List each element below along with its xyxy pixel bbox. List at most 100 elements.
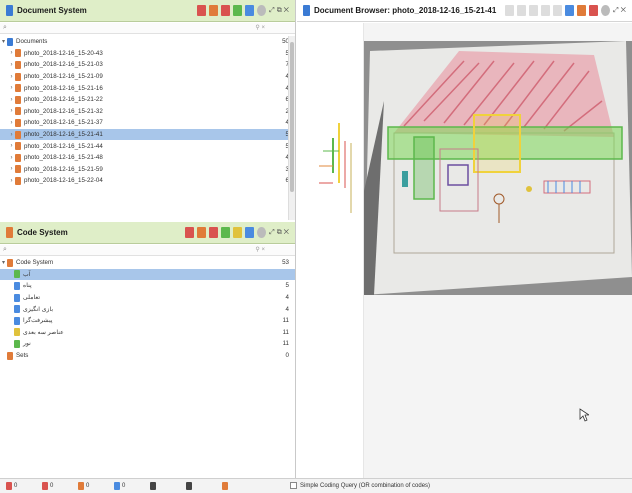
expand-arrow-icon[interactable]: › [8, 74, 15, 80]
status-counter[interactable]: 0 [42, 482, 78, 490]
code-color-icon [14, 305, 20, 314]
web-collector-icon[interactable] [245, 5, 255, 16]
document-item[interactable]: ›photo_2018-12-16_15-21-374 [0, 117, 295, 129]
document-item[interactable]: ›photo_2018-12-16_15-21-593 [0, 164, 295, 176]
code-filter-icon[interactable]: ⚲ × [255, 246, 265, 253]
document-tree-scrollbar[interactable] [288, 36, 295, 220]
expand-arrow-icon[interactable]: › [8, 97, 15, 103]
code-color-icon [14, 293, 20, 302]
status-counter-icon [42, 482, 48, 490]
document-item[interactable]: ›photo_2018-12-16_15-21-445 [0, 140, 295, 152]
expand-arrow-icon[interactable]: › [8, 120, 15, 126]
code-count: 5 [285, 282, 289, 290]
expand-arrow-icon[interactable]: › [8, 178, 15, 184]
document-item[interactable]: ›photo_2018-12-16_15-21-037 [0, 59, 295, 71]
code-icon[interactable] [577, 5, 587, 16]
document-set-icon[interactable] [233, 5, 243, 16]
new-code-icon[interactable] [185, 227, 195, 238]
document-item[interactable]: ›photo_2018-12-16_15-21-226 [0, 94, 295, 106]
expand-arrow-icon[interactable]: › [8, 143, 15, 149]
zoom-out-icon[interactable] [505, 5, 515, 16]
image-document-icon [15, 130, 21, 139]
documents-root[interactable]: ▾ Documents 50 [0, 36, 295, 48]
document-item[interactable]: ›photo_2018-12-16_15-22-046 [0, 175, 295, 187]
simple-coding-query[interactable]: Simple Coding Query (OR combination of c… [290, 482, 430, 489]
expand-arrow-icon[interactable]: › [8, 132, 15, 138]
code-collapse-arrow-icon[interactable]: ▾ [0, 259, 7, 266]
document-item[interactable]: ›photo_2018-12-16_15-20-435 [0, 48, 295, 60]
code-color-icon [14, 316, 20, 325]
status-counter[interactable] [186, 482, 222, 490]
image-document-icon [15, 118, 21, 127]
code-color-icon [14, 328, 20, 337]
document-name: photo_2018-12-16_15-21-59 [24, 165, 103, 173]
status-counter[interactable]: 0 [6, 482, 42, 490]
document-item[interactable]: ›photo_2018-12-16_15-21-415 [0, 128, 295, 141]
code-name: نور [23, 340, 31, 348]
code-search-icon[interactable] [257, 227, 267, 238]
collapse-arrow-icon[interactable]: ▾ [0, 38, 7, 45]
status-counter[interactable] [222, 482, 258, 490]
import-icon[interactable] [209, 5, 219, 16]
code-search-row[interactable]: ⌕ ⚲ × [0, 245, 295, 256]
code-item[interactable]: عناصر سه بعدی 11 [0, 327, 295, 339]
document-scroll-thumb[interactable] [290, 42, 294, 192]
expand-arrow-icon[interactable]: › [8, 155, 15, 161]
memo-add-icon[interactable] [589, 5, 599, 16]
image-document-icon [15, 165, 21, 174]
code-item[interactable]: نور 11 [0, 338, 295, 350]
code-item[interactable]: آب [0, 268, 295, 281]
edit-icon[interactable] [565, 5, 575, 16]
document-item[interactable]: ›photo_2018-12-16_15-21-322 [0, 106, 295, 118]
zoom-in-icon[interactable] [517, 5, 527, 16]
code-item[interactable]: پناه 5 [0, 280, 295, 292]
code-system-root[interactable]: ▾ Code System 53 [0, 257, 295, 269]
code-set-icon[interactable] [197, 227, 207, 238]
expand-arrow-icon[interactable]: › [8, 85, 15, 91]
activate-codes-icon[interactable] [209, 227, 219, 238]
color-icon[interactable] [221, 227, 231, 238]
code-window-controls-icon[interactable]: ⤢ ⧉ ✕ [269, 229, 289, 237]
code-count: 11 [282, 340, 289, 348]
sets-label: Sets [16, 352, 29, 360]
document-name: photo_2018-12-16_15-21-41 [24, 131, 103, 139]
browser-search-icon[interactable] [601, 5, 611, 16]
code-tree: ▾ Code System 53 آب پناه 5 تعاملی 4 بازی انگی… [0, 257, 295, 377]
print-icon[interactable] [553, 5, 563, 16]
status-counter[interactable]: 0 [114, 482, 150, 490]
fit-icon[interactable] [529, 5, 539, 16]
search-icon[interactable] [257, 5, 267, 16]
memo-icon[interactable] [233, 227, 243, 238]
browser-window-controls-icon[interactable]: ⤢ ✕ [613, 7, 626, 15]
sets-root[interactable]: Sets 0 [0, 350, 295, 362]
rotate-icon[interactable] [541, 5, 551, 16]
link-icon[interactable] [245, 227, 255, 238]
new-document-icon[interactable] [197, 5, 207, 16]
image-document-icon [15, 72, 21, 81]
document-search-row[interactable]: ⌕ ⚲ × [0, 23, 295, 34]
status-counter-icon [114, 482, 120, 490]
document-item[interactable]: ›photo_2018-12-16_15-21-484 [0, 152, 295, 164]
simple-coding-query-checkbox[interactable] [290, 482, 297, 489]
expand-arrow-icon[interactable]: › [8, 50, 15, 56]
filter-icon[interactable]: ⚲ × [255, 24, 265, 31]
status-counter-value: 0 [50, 483, 54, 489]
document-item[interactable]: ›photo_2018-12-16_15-21-094 [0, 71, 295, 83]
drawing-image [364, 41, 632, 295]
code-item[interactable]: پیشرفت‌گرا 11 [0, 315, 295, 327]
expand-arrow-icon[interactable]: › [8, 62, 15, 68]
window-controls-icon[interactable]: ⤢ ⧉ ✕ [269, 7, 289, 15]
expand-arrow-icon[interactable]: › [8, 166, 15, 172]
expand-arrow-icon[interactable]: › [8, 108, 15, 114]
document-item[interactable]: ›photo_2018-12-16_15-21-164 [0, 82, 295, 94]
status-counter[interactable]: 0 [78, 482, 114, 490]
code-item[interactable]: بازی انگیزی 4 [0, 303, 295, 315]
status-counter[interactable] [150, 482, 186, 490]
code-name: بازی انگیزی [23, 305, 54, 313]
code-item[interactable]: تعاملی 4 [0, 292, 295, 304]
code-system-header: Code System ⤢ ⧉ ✕ [0, 222, 295, 244]
document-canvas[interactable] [364, 23, 632, 478]
image-document-icon [15, 153, 21, 162]
activate-icon[interactable] [221, 5, 231, 16]
document-system-toolbar: ⤢ ⧉ ✕ [197, 5, 289, 16]
